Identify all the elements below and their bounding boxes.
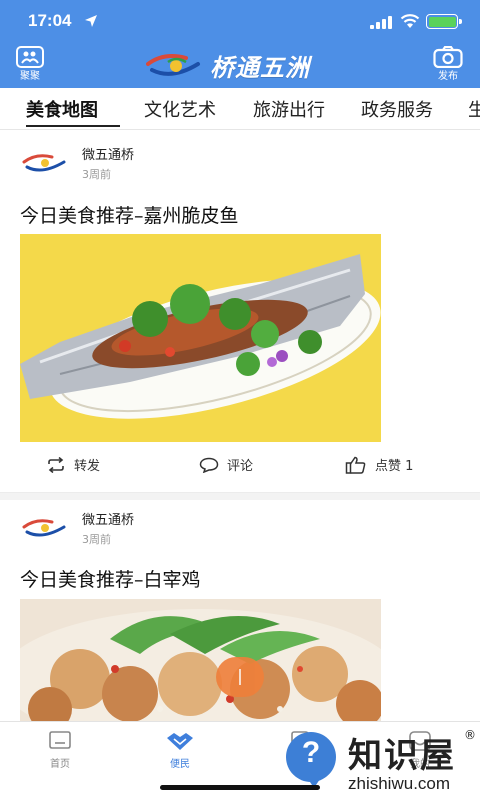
- status-bar: 17:04: [0, 0, 480, 44]
- signal-icon: [370, 15, 394, 29]
- home-indicator: [160, 785, 320, 790]
- watermark-domain: zhishiwu.com: [348, 774, 451, 793]
- author-avatar[interactable]: [22, 516, 68, 540]
- comment-label: 评论: [227, 459, 254, 474]
- wifi-icon: [400, 14, 420, 28]
- watermark-reg-mark: ®: [464, 728, 476, 742]
- juju-icon: [16, 46, 44, 68]
- tab-travel[interactable]: 旅游出行: [253, 96, 325, 122]
- chicken-dish-photo[interactable]: [20, 599, 381, 721]
- active-tab-indicator: [26, 125, 120, 127]
- nav-service[interactable]: 便民: [150, 730, 210, 770]
- repost-icon: [48, 456, 64, 473]
- author-avatar[interactable]: [22, 151, 68, 175]
- post-title[interactable]: 今日美食推荐–嘉州脆皮鱼: [20, 201, 239, 228]
- app-bar: 聚聚 桥通五洲 发布: [0, 44, 480, 88]
- fish-dish-photo[interactable]: [20, 234, 381, 442]
- app-header: 17:04 聚聚 桥通五洲 发布: [0, 0, 480, 88]
- post-time: 3周前: [82, 168, 111, 181]
- publish-button[interactable]: 发布: [428, 46, 468, 86]
- comment-icon: [199, 457, 219, 473]
- publish-label: 发布: [438, 71, 458, 82]
- nav-home-label: 首页: [50, 759, 70, 770]
- home-icon: [49, 731, 71, 749]
- battery-charging-icon: [426, 14, 462, 29]
- comment-button[interactable]: 评论: [199, 455, 253, 474]
- post-card: 微五通桥 3周前 今日美食推荐–嘉州脆皮鱼 转发 评论 点赞 1: [0, 131, 480, 494]
- nav-service-label: 便民: [170, 759, 190, 770]
- author-name[interactable]: 微五通桥: [82, 144, 134, 163]
- post-title[interactable]: 今日美食推荐–白宰鸡: [20, 565, 201, 592]
- feed: 微五通桥 3周前 今日美食推荐–嘉州脆皮鱼 转发 评论 点赞 1 微五通桥 3周…: [0, 131, 480, 721]
- brand-emblem-icon: [146, 54, 200, 76]
- floating-action-button[interactable]: [216, 657, 264, 697]
- watermark-question-icon: ?: [286, 732, 336, 788]
- location-arrow-icon: [85, 15, 97, 27]
- author-name[interactable]: 微五通桥: [82, 509, 134, 528]
- watermark-title: 知识屋: [348, 736, 456, 776]
- tab-culture-art[interactable]: 文化艺术: [144, 96, 216, 122]
- brand-logo: 桥通五洲: [146, 48, 310, 82]
- camera-icon: [433, 46, 463, 68]
- nav-home[interactable]: 首页: [30, 730, 90, 770]
- like-label: 点赞 1: [375, 459, 414, 474]
- category-tabs: 美食地图 文化艺术 旅游出行 政务服务 生: [0, 88, 480, 130]
- post-time: 3周前: [82, 533, 111, 546]
- juju-label: 聚聚: [20, 71, 40, 82]
- handshake-icon: [167, 733, 193, 750]
- like-button[interactable]: 点赞 1: [345, 455, 413, 474]
- tab-food-map[interactable]: 美食地图: [26, 96, 98, 122]
- repost-label: 转发: [74, 459, 101, 474]
- thumbs-up-icon: [345, 456, 366, 474]
- juju-button[interactable]: 聚聚: [10, 46, 50, 86]
- repost-button[interactable]: 转发: [46, 455, 100, 474]
- brand-name: 桥通五洲: [210, 53, 310, 82]
- tab-government[interactable]: 政务服务: [361, 96, 433, 122]
- post-actions: 转发 评论 点赞 1: [0, 449, 480, 479]
- tab-life[interactable]: 生: [468, 96, 480, 122]
- status-time: 17:04: [28, 11, 72, 30]
